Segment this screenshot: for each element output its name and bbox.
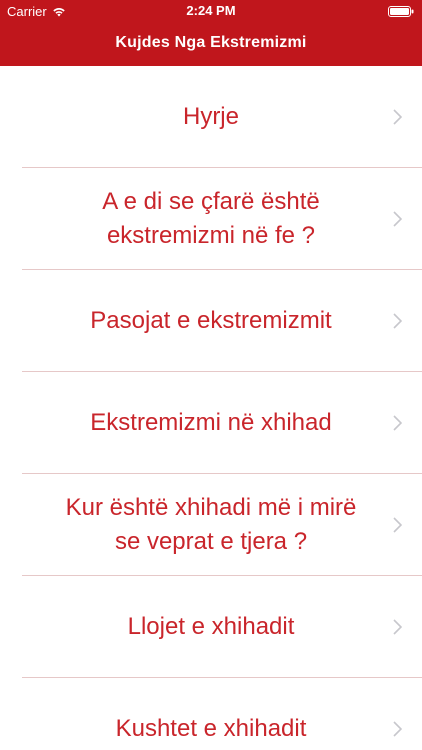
chevron-right-icon: [393, 415, 402, 431]
chevron-right-icon: [393, 211, 402, 227]
menu-item-label: Ekstremizmi në xhihad: [90, 409, 332, 436]
menu-item-label: A e di se çfarë është ekstremizmi në fe …: [102, 188, 320, 249]
menu-item-label: Kushtet e xhihadit: [115, 715, 307, 742]
menu-item-label: Llojet e xhihadit: [127, 613, 295, 640]
menu-item-ekstremizmi-ne-xhihad[interactable]: Ekstremizmi në xhihad: [0, 372, 422, 474]
chevron-right-icon: [393, 619, 402, 635]
menu-item-kur-eshte-xhihadi[interactable]: Kur është xhihadi më i mirë se veprat e …: [0, 474, 422, 576]
menu-item-kushtet[interactable]: Kushtet e xhihadit: [0, 678, 422, 750]
menu-list[interactable]: Hyrje A e di se çfarë është ekstremizmi …: [0, 66, 422, 750]
header: Carrier 2:24 PM Kujdes Nga Ekstremizmi: [0, 0, 422, 66]
clock: 2:24 PM: [186, 3, 236, 18]
status-bar: Carrier 2:24 PM: [0, 0, 422, 22]
chevron-right-icon: [393, 517, 402, 533]
menu-item-label: Pasojat e ekstremizmit: [90, 307, 332, 334]
menu-item-pasojat[interactable]: Pasojat e ekstremizmit: [0, 270, 422, 372]
app-screen: Carrier 2:24 PM Kujdes Nga Ekstremizmi H…: [0, 0, 422, 750]
chevron-right-icon: [393, 109, 402, 125]
menu-item-label: Kur është xhihadi më i mirë se veprat e …: [65, 494, 357, 555]
nav-title: Kujdes Nga Ekstremizmi: [115, 34, 307, 51]
menu-item-llojet[interactable]: Llojet e xhihadit: [0, 576, 422, 678]
menu-item-hyrje[interactable]: Hyrje: [0, 66, 422, 168]
chevron-right-icon: [393, 721, 402, 737]
menu-item-label: Hyrje: [182, 103, 239, 130]
menu-item-ekstremizmi-ne-fe[interactable]: A e di se çfarë është ekstremizmi në fe …: [0, 168, 422, 270]
chevron-right-icon: [393, 313, 402, 329]
battery-icon: [388, 6, 414, 17]
